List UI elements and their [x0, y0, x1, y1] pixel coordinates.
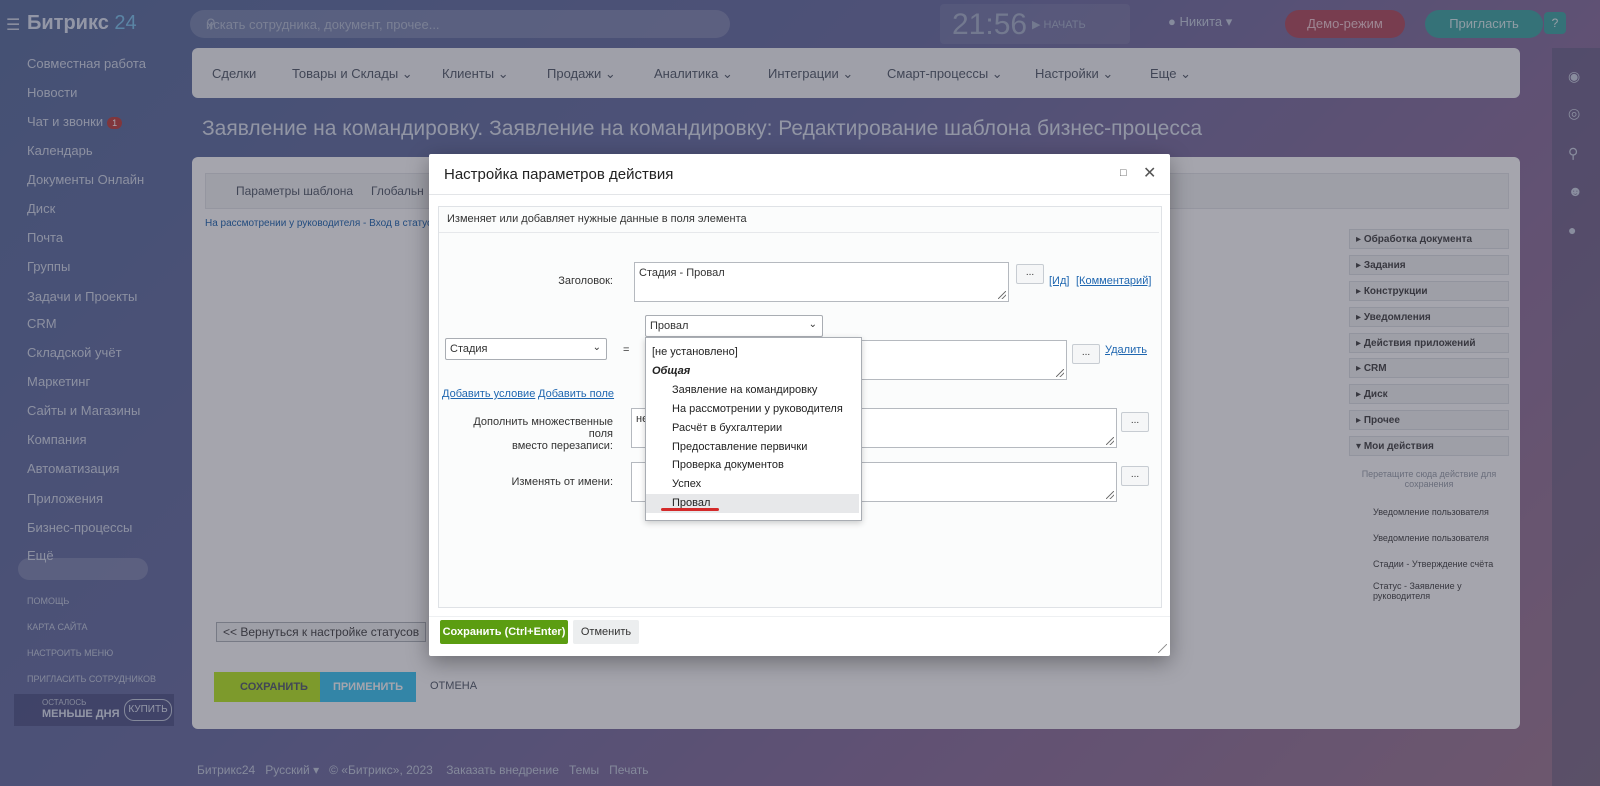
resize-grip-icon[interactable] [1106, 491, 1114, 499]
dialog-cancel-button[interactable]: Отменить [573, 620, 639, 644]
action-description: Изменяет или добавляет нужные данные в п… [447, 213, 747, 225]
chevron-down-icon: ⌄ [592, 342, 601, 353]
red-annotation-underline [661, 508, 719, 511]
dialog-save-button[interactable]: Сохранить (Ctrl+Enter) [440, 620, 568, 644]
chevron-down-icon: ⌄ [808, 319, 817, 330]
title-picker-button[interactable]: ... [1016, 264, 1044, 284]
dropdown-option[interactable]: Заявление на командировку [646, 381, 859, 400]
title-field[interactable]: Стадия - Провал [634, 262, 1009, 302]
multi-fields-picker-button[interactable]: ... [1121, 412, 1149, 432]
value-select-dropdown: [не установлено] Общая Заявление на кома… [645, 337, 862, 521]
modified-by-picker-button[interactable]: ... [1121, 466, 1149, 486]
multi-fields-label: Дополнить множественные поля вместо перез… [473, 416, 613, 452]
equals-sign: = [623, 344, 630, 356]
modified-by-label: Изменять от имени: [511, 476, 613, 488]
dialog-resize-grip-icon[interactable] [1158, 644, 1167, 653]
add-condition-link[interactable]: Добавить условие [442, 388, 535, 400]
insert-id-link[interactable]: [Ид] [1049, 275, 1069, 287]
field-select[interactable]: Стадия ⌄ [445, 338, 607, 360]
dialog-title: Настройка параметров действия [444, 166, 674, 183]
dropdown-option[interactable]: На рассмотрении у руководителя [646, 400, 859, 419]
description-divider [439, 232, 1159, 233]
dropdown-option[interactable]: Успех [646, 475, 859, 494]
dropdown-option[interactable]: [не установлено] [646, 343, 859, 362]
dropdown-option[interactable]: Проверка документов [646, 456, 859, 475]
maximize-icon[interactable]: □ [1120, 167, 1127, 179]
dropdown-group-label: Общая [652, 365, 691, 377]
dropdown-option[interactable]: Расчёт в бухгалтерии [646, 419, 859, 438]
value-picker-button[interactable]: ... [1072, 344, 1100, 364]
dialog-footer-divider [429, 616, 1170, 617]
resize-grip-icon[interactable] [998, 291, 1006, 299]
resize-grip-icon[interactable] [1106, 437, 1114, 445]
insert-comment-link[interactable]: [Комментарий] [1076, 275, 1151, 287]
dialog-header-divider [429, 194, 1170, 195]
close-icon[interactable]: ✕ [1143, 163, 1156, 183]
title-label: Заголовок: [558, 275, 613, 287]
dropdown-option[interactable]: Предоставление первички [646, 438, 859, 457]
add-field-link[interactable]: Добавить поле [538, 388, 614, 400]
delete-field-link[interactable]: Удалить [1105, 344, 1147, 356]
resize-grip-icon[interactable] [1056, 369, 1064, 377]
value-select[interactable]: Провал ⌄ [645, 315, 823, 337]
